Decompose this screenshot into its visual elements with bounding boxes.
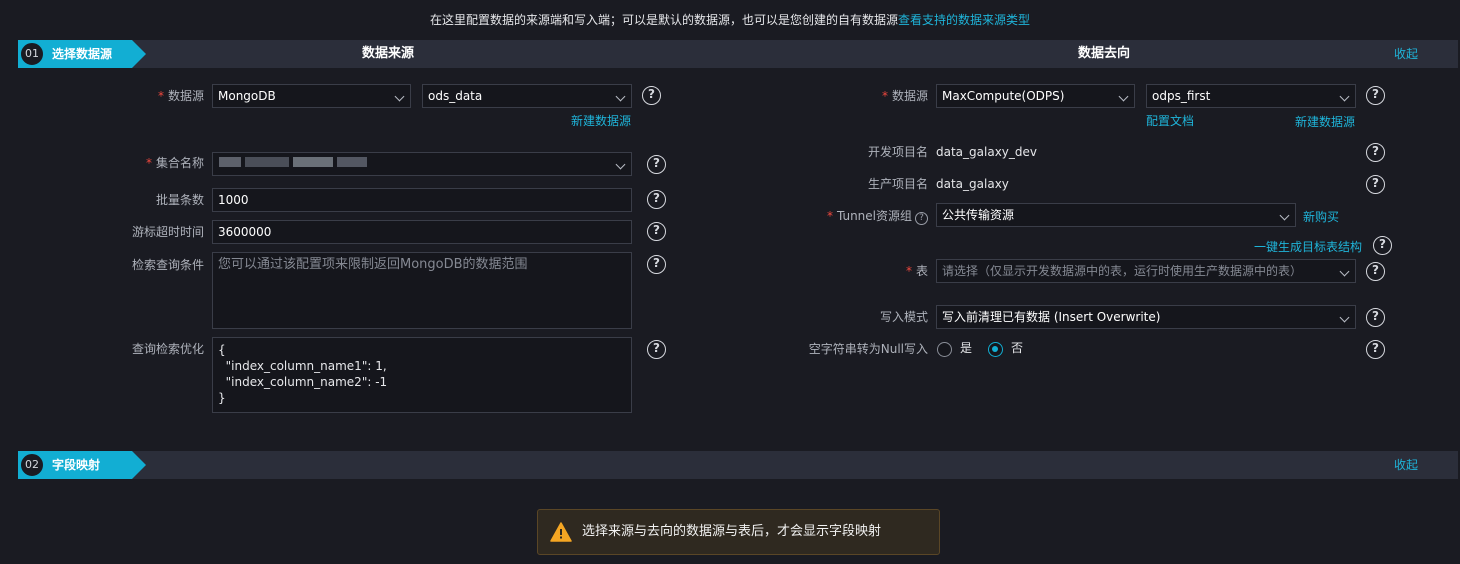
help-icon[interactable]: ? [1366,143,1385,162]
step1-bar: 01 选择数据源 数据来源 数据去向 收起 [18,40,1458,68]
table-label-text: 表 [915,264,928,278]
target-datasource-label-text: 数据源 [891,89,928,103]
source-datasource-name-value: ods_data [428,89,483,103]
step1-number: 01 [19,41,45,67]
target-datasource-name-select[interactable]: odps_first [1146,84,1356,108]
target-datasource-type-value: MaxCompute(ODPS) [942,89,1065,103]
help-icon[interactable]: ? [1366,340,1385,359]
tunnel-select[interactable]: 公共传输资源 [936,203,1296,227]
target-datasource-label: * 数据源 [800,85,928,107]
table-placeholder: 请选择（仅显示开发数据源中的表，运行时使用生产数据源中的表） [942,264,1303,278]
step2-bar: 02 字段映射 收起 [18,451,1458,479]
help-icon[interactable]: ? [642,86,661,105]
source-title: 数据来源 [362,46,415,61]
config-doc-link[interactable]: 配置文档 [1146,112,1194,129]
code-line: { [218,343,226,357]
help-icon[interactable]: ? [1366,175,1385,194]
chevron-down-icon [1339,312,1350,323]
help-icon[interactable]: ? [1373,236,1392,255]
required-mark: * [881,89,888,103]
chevron-down-icon [1279,210,1290,221]
source-new-datasource-link[interactable]: 新建数据源 [571,112,631,129]
batch-size-label: 批量条数 [155,193,204,207]
code-line: "index_column_name1": 1, [218,359,387,373]
target-new-datasource-link[interactable]: 新建数据源 [1295,113,1355,130]
source-datasource-type-value: MongoDB [218,89,276,103]
query-optimize-textarea[interactable]: { "index_column_name1": 1, "index_column… [212,337,632,413]
generate-table-link[interactable]: 一键生成目标表结构 [1254,238,1362,255]
help-icon[interactable]: ? [1366,86,1385,105]
source-datasource-label-text: 数据源 [167,89,204,103]
collection-label: * 集合名称 [80,152,204,174]
dev-project-value: data_galaxy_dev [936,145,1037,159]
help-icon[interactable]: ? [647,222,666,241]
null-yes-radio[interactable] [937,342,952,357]
code-line: "index_column_name2": -1 [218,375,388,389]
cursor-timeout-value: 3600000 [218,225,272,239]
batch-size-input[interactable]: 1000 [212,188,632,212]
null-no-radio[interactable] [988,342,1003,357]
query-condition-textarea[interactable]: 您可以通过该配置项来限制返回MongoDB的数据范围 [212,252,632,329]
cursor-timeout-label: 游标超时时间 [131,225,204,239]
step1-collapse-link[interactable]: 收起 [1394,40,1418,68]
required-mark: * [905,264,912,278]
help-icon[interactable]: ? [647,155,666,174]
cursor-timeout-input[interactable]: 3600000 [212,220,632,244]
chevron-down-icon [1118,91,1129,102]
dev-project-label: 开发项目名 [867,145,928,159]
prod-project-label: 生产项目名 [867,177,928,191]
collection-select[interactable] [212,152,632,176]
step1-label: 选择数据源 [52,47,113,61]
field-mapping-notice: 选择来源与去向的数据源与表后，才会显示字段映射 [537,509,940,555]
tunnel-label: * Tunnel资源组? [790,205,928,227]
target-datasource-name-value: odps_first [1152,89,1211,103]
target-datasource-type-select[interactable]: MaxCompute(ODPS) [936,84,1135,108]
chevron-down-icon [1339,91,1350,102]
query-condition-label: 检索查询条件 [131,258,204,272]
step2-number: 02 [19,452,45,478]
buy-new-link[interactable]: 新购买 [1303,208,1339,225]
notice-message: 选择来源与去向的数据源与表后，才会显示字段映射 [582,524,882,539]
required-mark: * [157,89,164,103]
null-no-label[interactable]: 否 [1011,337,1023,359]
write-mode-value: 写入前清理已有数据 (Insert Overwrite) [942,310,1161,324]
tunnel-value: 公共传输资源 [942,208,1015,222]
warning-icon [550,522,572,542]
source-datasource-name-select[interactable]: ods_data [422,84,632,108]
source-datasource-label: * 数据源 [80,85,204,107]
write-mode-label: 写入模式 [879,310,928,324]
top-banner: 在这里配置数据的来源端和写入端；可以是默认的数据源，也可以是您创建的自有数据源查… [0,11,1460,28]
chevron-down-icon [394,91,405,102]
target-title: 数据去向 [1078,46,1131,61]
batch-size-value: 1000 [218,193,249,207]
required-mark: * [826,209,833,223]
chevron-down-icon [1339,266,1350,277]
tunnel-label-text: Tunnel资源组 [836,209,912,223]
source-datasource-type-select[interactable]: MongoDB [212,84,411,108]
banner-text: 在这里配置数据的来源端和写入端；可以是默认的数据源，也可以是您创建的自有数据源 [429,13,898,27]
query-optimize-label: 查询检索优化 [131,342,204,356]
null-yes-label[interactable]: 是 [960,337,972,359]
code-line: } [218,391,226,405]
table-label: * 表 [800,260,928,282]
required-mark: * [145,156,152,170]
help-icon[interactable]: ? [647,190,666,209]
help-icon[interactable]: ? [1366,262,1385,281]
help-icon[interactable]: ? [1366,308,1385,327]
write-mode-select[interactable]: 写入前清理已有数据 (Insert Overwrite) [936,305,1356,329]
supported-sources-link[interactable]: 查看支持的数据来源类型 [898,13,1030,27]
help-icon[interactable]: ? [647,340,666,359]
step2-tag: 02 字段映射 [18,451,146,479]
step2-label: 字段映射 [52,458,101,472]
help-icon[interactable]: ? [647,255,666,274]
collection-label-text: 集合名称 [155,156,204,170]
prod-project-value: data_galaxy [936,177,1009,191]
chevron-down-icon [615,91,626,102]
step2-collapse-link[interactable]: 收起 [1394,451,1418,479]
help-icon[interactable]: ? [915,212,928,225]
empty-to-null-label: 空字符串转为Null写入 [808,342,928,356]
chevron-down-icon [615,159,626,170]
step1-tag: 01 选择数据源 [18,40,146,68]
table-select[interactable]: 请选择（仅显示开发数据源中的表，运行时使用生产数据源中的表） [936,259,1356,283]
